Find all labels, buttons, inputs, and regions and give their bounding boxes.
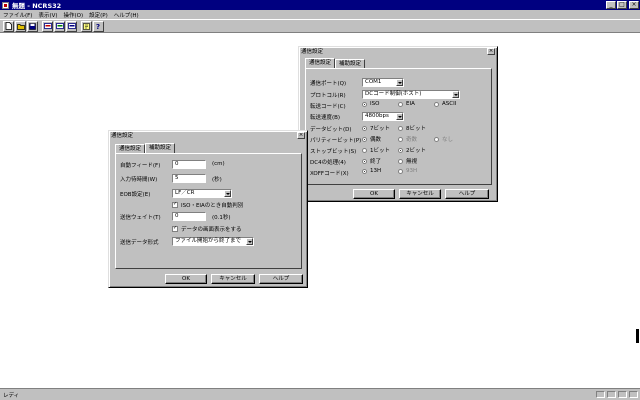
new-file-icon[interactable] [3,20,14,32]
databit-7-radio[interactable]: 7ビット [362,124,390,132]
timeout-input[interactable]: 5 [172,174,206,183]
menu-help[interactable]: ヘルプ(H) [111,11,142,19]
autofeed-unit: (cm) [212,161,225,167]
ok-button[interactable]: OK [165,274,207,284]
help-button[interactable]: ヘルプ [259,274,303,284]
status-panel-4 [629,391,638,398]
tab-panel: 自動フィード(F) 0 (cm) 入力待時間(W) 5 (秒) EOB設定(E)… [115,153,302,269]
app-titlebar[interactable]: 無題 - NCRS32 _ □ × [0,0,640,10]
close-button[interactable]: × [629,1,639,9]
status-bar: レディ [0,389,640,400]
status-panel-2 [607,391,616,398]
iso-eia-auto-checkbox[interactable]: ISO・EIAのとき自動判別 [172,201,243,209]
cancel-button[interactable]: キャンセル [399,189,441,199]
tab-comm-settings[interactable]: 通信設定 [115,144,146,153]
send-wait-unit: (0.1秒) [212,215,231,221]
send-icon[interactable] [42,20,53,32]
chevron-down-icon[interactable] [452,91,459,98]
minimize-button[interactable]: _ [606,1,616,9]
screen-show-checkbox[interactable]: データの画面表示をする [172,225,242,233]
autofeed-input[interactable]: 0 [172,160,206,169]
stopbit-label: ストップビット(S) [310,149,357,155]
save-icon[interactable] [27,20,38,32]
code-label: 転送コード(C) [310,104,346,110]
send-wait-label: 送信ウェイト(T) [120,215,161,221]
parity-label: パリティービット(P) [310,138,362,144]
xoff-label: XOFFコード(X) [310,171,349,177]
timeout-unit: (秒) [212,177,222,183]
xoff-93h-radio[interactable]: 93H [398,168,417,174]
dialog-title: 通信設定 [111,133,134,139]
parity-odd-radio[interactable]: 奇数 [398,135,417,143]
chevron-down-icon[interactable] [246,238,253,245]
chevron-down-icon[interactable] [396,79,403,86]
svg-text:?: ? [96,23,100,30]
toolbar: ? [0,19,640,33]
protocol-label: プロトコル(R) [310,93,346,99]
tab-aux-settings[interactable]: 補助設定 [335,59,366,68]
tab-aux-settings[interactable]: 補助設定 [145,143,176,153]
settings-icon[interactable] [81,20,92,32]
monitor-icon[interactable] [66,20,77,32]
cancel-button[interactable]: キャンセル [211,274,255,284]
dc4-label: DC4の処理(4) [310,160,346,166]
timeout-label: 入力待時間(W) [120,177,158,183]
aux-settings-dialog: 通信設定 × 通信設定 補助設定 自動フィード(F) 0 (cm) 入力待時間(… [108,130,308,288]
port-select[interactable]: COM1 [362,78,404,87]
dialog-close-button[interactable]: × [487,47,495,55]
status-panel-1 [596,391,605,398]
menu-operation[interactable]: 操作(O) [61,11,87,19]
databit-8-radio[interactable]: 8ビット [398,124,426,132]
menu-settings[interactable]: 設定(P) [86,11,111,19]
dc4-end-radio[interactable]: 終了 [362,157,381,165]
dialog-close-button[interactable]: × [297,131,305,139]
menu-file[interactable]: ファイル(F) [0,11,35,19]
speed-label: 転送速度(B) [310,115,341,121]
help-button[interactable]: ヘルプ [445,189,489,199]
chevron-down-icon[interactable] [224,190,231,197]
app-title: 無題 - NCRS32 [12,2,62,10]
scroll-marker [636,329,639,343]
send-wait-input[interactable]: 0 [172,212,206,221]
dialog-titlebar[interactable]: 通信設定 × [109,131,307,139]
status-panel-3 [618,391,627,398]
stopbit-2-radio[interactable]: 2ビット [398,146,426,154]
dialog-title: 通信設定 [301,49,324,55]
send-format-select[interactable]: ファイル開始から終了まで [172,237,254,246]
protocol-select[interactable]: DCコード制御(ホスト) [362,90,460,99]
code-eia-radio[interactable]: EIA [398,101,415,107]
autofeed-label: 自動フィード(F) [120,163,161,169]
code-iso-radio[interactable]: ISO [362,101,379,107]
dc4-ignore-radio[interactable]: 無視 [398,157,417,165]
app-icon [2,1,9,9]
tab-panel: 通信ポート(Q) COM1 プロトコル(R) DCコード制御(ホスト) 転送コー… [305,68,492,185]
eob-select[interactable]: LF／CR [172,189,232,198]
chevron-down-icon[interactable] [396,113,403,120]
ok-button[interactable]: OK [353,189,395,199]
receive-icon[interactable] [54,20,65,32]
xoff-13h-radio[interactable]: 13H [362,168,381,174]
status-text: レディ [3,392,20,399]
port-label: 通信ポート(Q) [310,81,347,87]
help-icon[interactable]: ? [93,20,104,32]
parity-none-radio[interactable]: なし [434,135,453,143]
speed-select[interactable]: 4800bps [362,112,404,121]
menu-bar: ファイル(F) 表示(V) 操作(O) 設定(P) ヘルプ(H) [0,10,640,19]
parity-even-radio[interactable]: 偶数 [362,135,381,143]
tab-comm-settings[interactable]: 通信設定 [305,58,336,68]
send-format-label: 送信データ形式 [120,240,159,246]
code-ascii-radio[interactable]: ASCII [434,101,456,107]
eob-label: EOB設定(E) [120,192,151,198]
maximize-button[interactable]: □ [617,1,627,9]
databit-label: データビット(D) [310,127,352,133]
stopbit-1-radio[interactable]: 1ビット [362,146,390,154]
dialog-titlebar[interactable]: 通信設定 × [299,47,497,55]
comm-settings-dialog: 通信設定 × 通信設定 補助設定 通信ポート(Q) COM1 プロトコル(R) … [298,46,498,202]
menu-view[interactable]: 表示(V) [35,11,60,19]
open-folder-icon[interactable] [15,20,26,32]
